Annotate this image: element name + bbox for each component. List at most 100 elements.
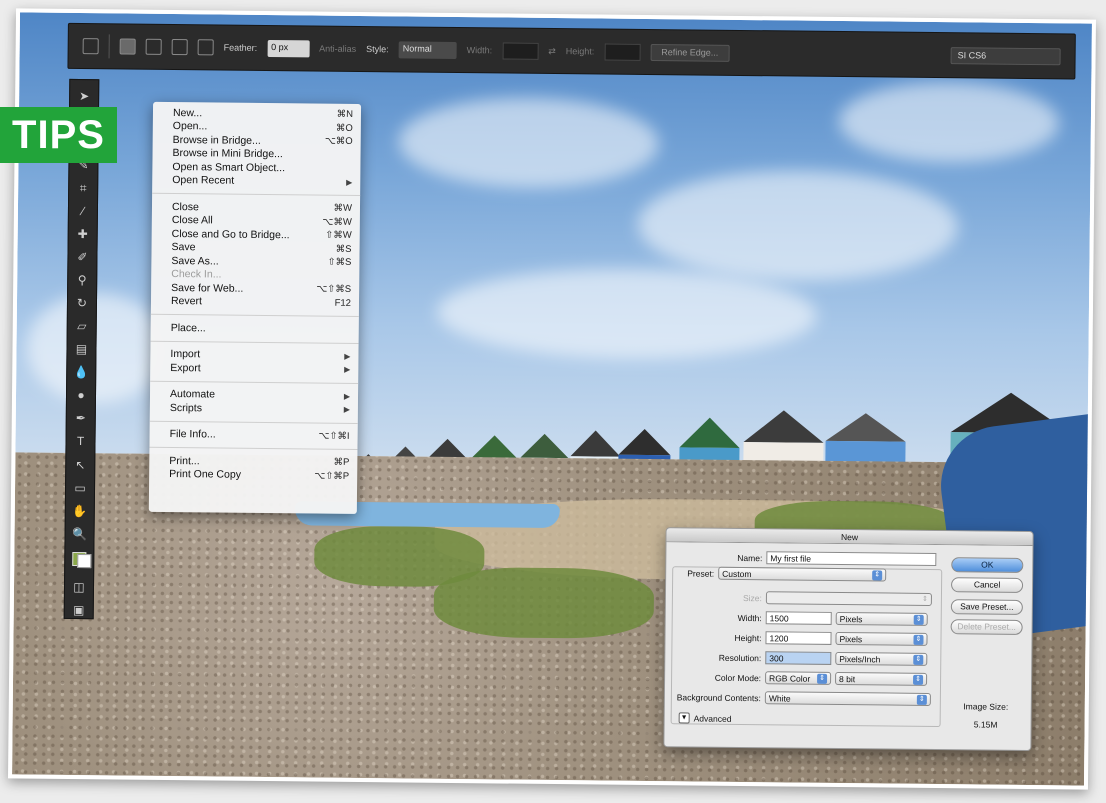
hand-tool-icon[interactable]: ✋: [71, 503, 89, 519]
advanced-toggle[interactable]: ▼ Advanced: [678, 712, 732, 724]
menu-item-place[interactable]: Place...: [151, 321, 359, 337]
eraser-tool-icon[interactable]: ▱: [73, 318, 91, 334]
resolution-label: Resolution:: [718, 652, 762, 663]
submenu-arrow-icon: ▶: [346, 177, 353, 187]
menu-item-label: Open...: [172, 120, 208, 133]
menu-item-revert[interactable]: Revert F12: [151, 294, 359, 310]
menu-item-open-recent[interactable]: Open Recent ▶: [152, 173, 360, 189]
add-to-selection-icon[interactable]: [145, 38, 162, 55]
image-size-label: Image Size:: [963, 701, 1009, 712]
color-swatches[interactable]: [70, 549, 92, 572]
width-label: Width:: [466, 45, 493, 56]
menu-item-label: Check In...: [171, 268, 222, 281]
zoom-tool-icon[interactable]: 🔍: [70, 526, 88, 542]
name-label: Name:: [737, 552, 763, 563]
eyedropper-tool-icon[interactable]: ⁄: [74, 203, 92, 219]
menu-separator: [149, 446, 358, 450]
name-input[interactable]: My first file: [766, 551, 937, 567]
move-tool-icon[interactable]: ➤: [75, 88, 93, 104]
gradient-tool-icon[interactable]: ▤: [72, 341, 90, 357]
history-brush-icon[interactable]: ↻: [73, 295, 91, 311]
disclosure-triangle-icon[interactable]: ▼: [678, 712, 690, 724]
resolution-unit-select[interactable]: Pixels/Inch ⇕: [835, 651, 928, 666]
feather-input[interactable]: 0 px: [267, 39, 310, 57]
menu-item-shortcut: ⇧⌘S: [327, 256, 352, 269]
width-input[interactable]: [502, 41, 539, 60]
menu-item-label: Revert: [170, 295, 203, 308]
cancel-button[interactable]: Cancel: [950, 577, 1024, 593]
menu-item-label: Close and Go to Bridge...: [171, 227, 290, 241]
crop-tool-icon[interactable]: ⌗: [74, 180, 92, 196]
menu-item-export[interactable]: Export ▶: [150, 361, 358, 377]
bit-depth-select[interactable]: 8 bit ⇕: [835, 671, 928, 686]
resolution-input[interactable]: 300: [765, 651, 832, 665]
submenu-arrow-icon: ▶: [343, 405, 350, 415]
menu-item-shortcut: ⌥⇧⌘P: [314, 470, 350, 482]
menu-item-label: Export: [170, 361, 201, 375]
menu-separator: [150, 313, 359, 317]
menu-item-print-one-copy[interactable]: Print One Copy ⌥⇧⌘P: [149, 467, 357, 483]
background-color[interactable]: [77, 554, 92, 569]
menu-item-label: Place...: [170, 321, 206, 335]
menu-item-shortcut: ⌘N: [336, 108, 354, 121]
width-input[interactable]: 1500: [765, 611, 832, 625]
menu-item-label: Automate: [169, 388, 216, 401]
pen-tool-icon[interactable]: ✒: [72, 410, 90, 426]
width-unit-select[interactable]: Pixels ⇕: [835, 611, 928, 626]
shape-tool-icon[interactable]: ▭: [71, 480, 89, 496]
background-contents-select[interactable]: White ⇕: [764, 691, 931, 706]
clone-stamp-icon[interactable]: ⚲: [73, 272, 91, 288]
height-unit-select[interactable]: Pixels ⇕: [835, 631, 928, 646]
quick-mask-icon[interactable]: ◫: [70, 579, 88, 595]
image-size-info: Image Size: 5.15M: [947, 701, 1025, 730]
menu-item-shortcut: F12: [334, 297, 352, 309]
color-mode-select[interactable]: RGB Color ⇕: [765, 671, 832, 685]
menu-separator: [149, 420, 358, 424]
background-contents-label: Background Contents:: [676, 691, 761, 703]
advanced-label: Advanced: [693, 713, 732, 724]
height-input[interactable]: 1200: [765, 631, 832, 645]
menu-item-label: Close: [171, 200, 199, 214]
submenu-arrow-icon: ▶: [344, 351, 351, 361]
menu-item-shortcut: ⌥⌘O: [324, 135, 353, 148]
submenu-arrow-icon: ▶: [344, 365, 351, 375]
menu-item-shortcut: ⌥⇧⌘S: [316, 283, 352, 296]
menu-item-shortcut: ⌘W: [333, 202, 353, 215]
path-select-icon[interactable]: ↖: [71, 456, 89, 472]
menu-item-scripts[interactable]: Scripts ▶: [150, 401, 358, 417]
separator: [108, 34, 110, 59]
blur-tool-icon[interactable]: 💧: [72, 364, 90, 380]
preset-select[interactable]: Custom ⇕: [718, 566, 887, 582]
ok-button[interactable]: OK: [951, 557, 1024, 573]
menu-item-label: New...: [172, 106, 203, 120]
dialog-title: New: [666, 528, 1033, 547]
menu-item-shortcut: ⌘S: [335, 243, 352, 255]
new-selection-icon[interactable]: [119, 38, 136, 55]
delete-preset-button: Delete Preset...: [950, 619, 1023, 635]
style-label: Style:: [366, 44, 389, 55]
brush-tool-icon[interactable]: ✐: [73, 249, 91, 265]
tips-badge: TIPS: [0, 107, 117, 163]
workspace-select[interactable]: SI CS6: [950, 46, 1061, 65]
menu-item-label: Close All: [171, 214, 213, 227]
color-mode-label: Color Mode:: [714, 672, 762, 683]
type-tool-icon[interactable]: T: [71, 433, 89, 449]
menu-item-shortcut: ⌥⌘W: [322, 216, 352, 228]
style-select[interactable]: Normal: [398, 40, 457, 59]
preset-label: Preset:: [687, 567, 715, 579]
menu-item-file-info[interactable]: File Info... ⌥⇧⌘I: [150, 427, 358, 443]
save-preset-button[interactable]: Save Preset...: [950, 599, 1023, 615]
intersect-selection-icon[interactable]: [197, 39, 214, 56]
menu-item-label: File Info...: [169, 428, 216, 441]
refine-edge-button[interactable]: Refine Edge...: [650, 43, 730, 62]
subtract-selection-icon[interactable]: [171, 38, 188, 56]
swap-icon[interactable]: ⇄: [548, 45, 556, 56]
anti-alias-checkbox[interactable]: Anti-alias: [319, 44, 356, 54]
height-input[interactable]: [604, 43, 641, 61]
menu-item-shortcut: ⌘P: [333, 456, 350, 469]
menu-item-label: Save As...: [171, 254, 219, 268]
dodge-tool-icon[interactable]: ●: [72, 387, 90, 403]
healing-brush-icon[interactable]: ✚: [74, 226, 92, 242]
marquee-tool-icon[interactable]: [82, 38, 99, 55]
screen-mode-icon[interactable]: ▣: [70, 602, 88, 618]
